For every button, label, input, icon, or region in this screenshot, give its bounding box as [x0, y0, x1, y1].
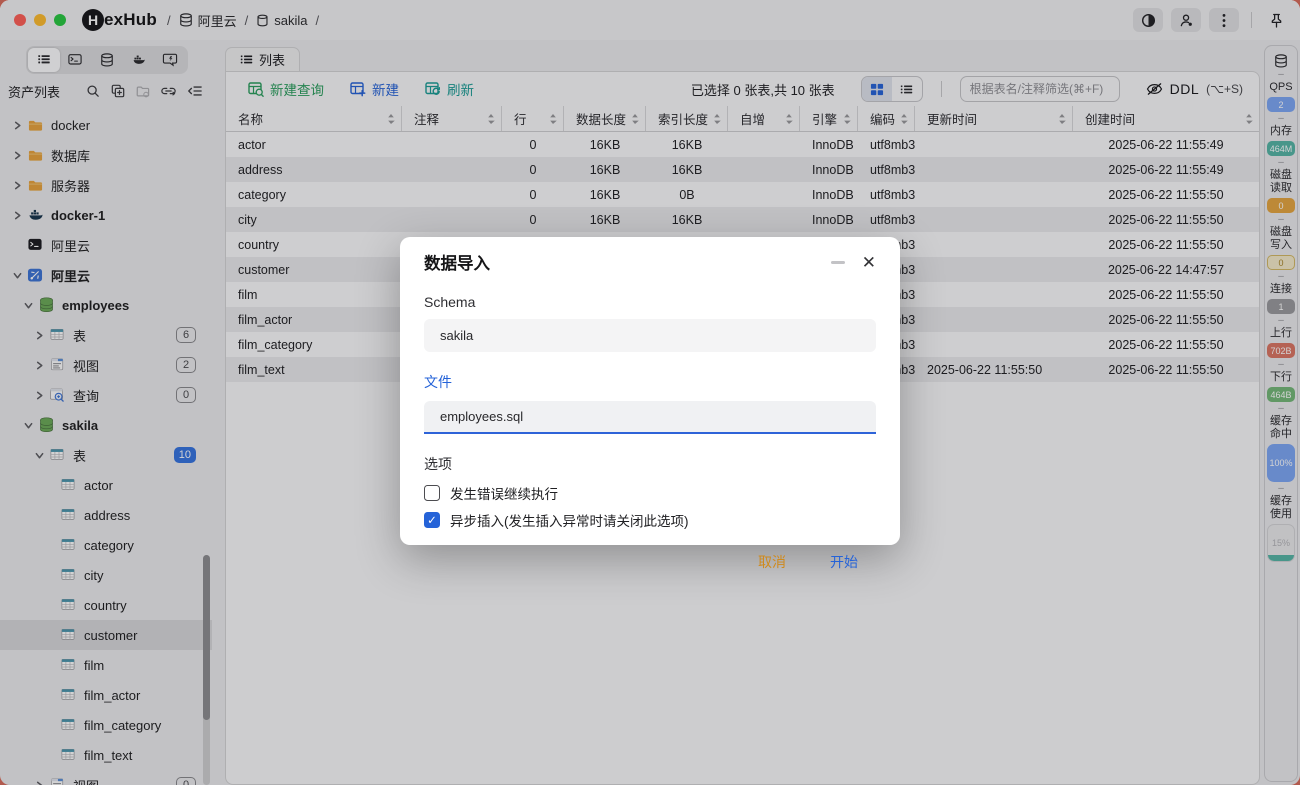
option-label: 异步插入(发生插入异常时请关闭此选项) — [450, 510, 689, 530]
schema-label: Schema — [424, 294, 876, 310]
file-picker-link[interactable]: 文件 — [424, 372, 876, 392]
checkbox-unchecked[interactable] — [424, 485, 440, 501]
dialog-title: 数据导入 — [424, 250, 490, 274]
data-import-dialog: 数据导入 ✕ Schema sakila 文件 employees.sql 选项… — [400, 237, 900, 545]
file-field[interactable]: employees.sql — [424, 401, 876, 434]
option-row: ✓ 异步插入(发生插入异常时请关闭此选项) — [424, 510, 876, 530]
checkbox-checked[interactable]: ✓ — [424, 512, 440, 528]
options-label: 选项 — [424, 454, 876, 474]
schema-field[interactable]: sakila — [424, 319, 876, 352]
start-button[interactable]: 开始 — [830, 552, 858, 572]
option-label: 发生错误继续执行 — [450, 483, 558, 503]
app-window: H exHub / 阿里云 / sakila / — [0, 0, 1300, 785]
dialog-close-icon[interactable]: ✕ — [862, 254, 876, 271]
cancel-button[interactable]: 取消 — [758, 552, 786, 572]
option-row: 发生错误继续执行 — [424, 483, 876, 503]
dialog-minimize-button[interactable] — [831, 261, 845, 264]
